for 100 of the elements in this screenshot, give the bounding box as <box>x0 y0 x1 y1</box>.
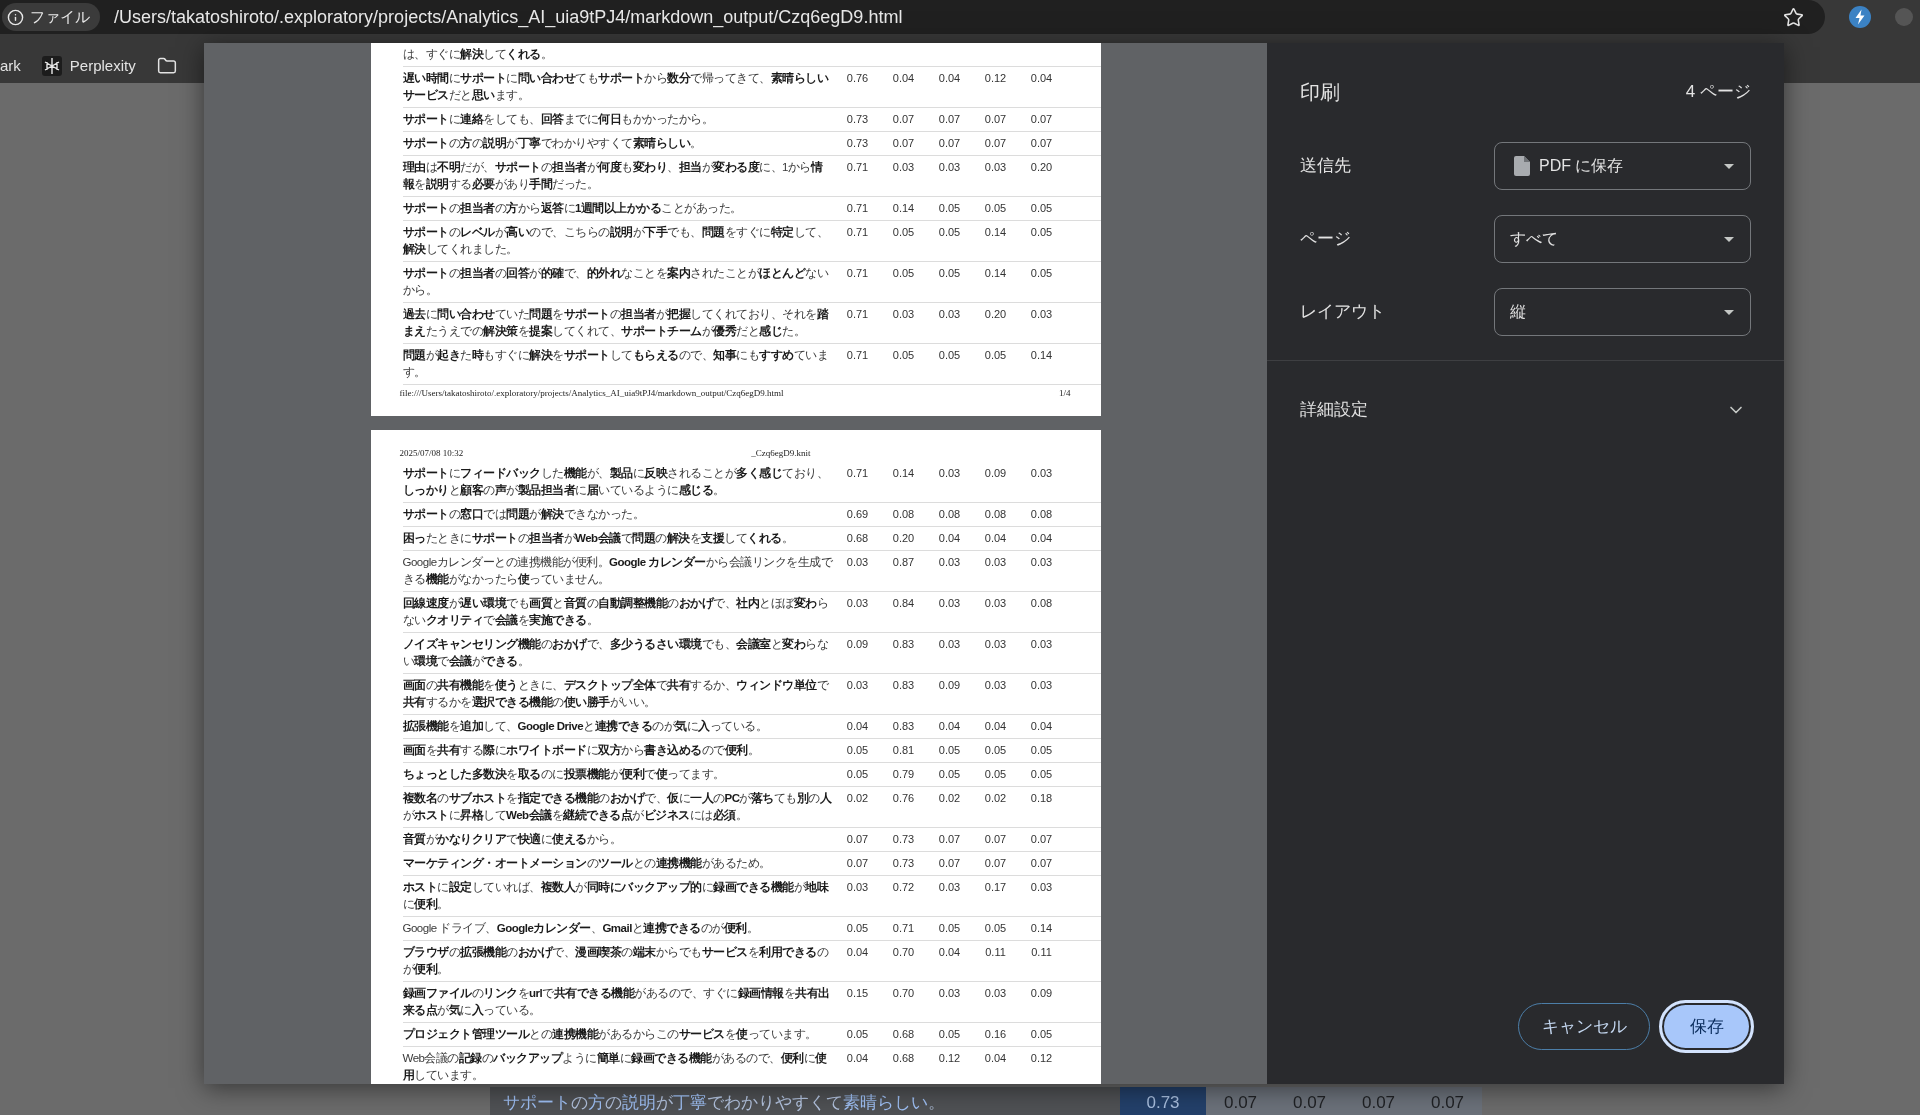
score-value: 0.07 <box>938 833 961 845</box>
score-value: 0.03 <box>984 597 1007 609</box>
score-value: 0.07 <box>984 113 1007 125</box>
score-value: 0.07 <box>1030 833 1053 845</box>
score-value: 0.03 <box>938 556 961 568</box>
score-value: 0.71 <box>892 922 915 934</box>
score-value: 0.05 <box>984 768 1007 780</box>
bookmark-item[interactable]: Perplexity <box>41 56 136 76</box>
comment-text: Googleカレンダーとの連携機能が便利。Google カレンダーから会議リンクを生成できる機能がなかったら使っていません。 <box>402 556 833 585</box>
score-value: 0.05 <box>1030 744 1053 756</box>
lightning-bolt-icon[interactable] <box>1849 6 1871 28</box>
score-value: 0.03 <box>892 161 915 173</box>
bookmark-item[interactable]: ark <box>0 56 21 76</box>
comment-text: ちょっとした多数決を取るのに投票機能が便利で使ってます。 <box>402 768 725 780</box>
score-value: 0.04 <box>1030 532 1053 544</box>
score-value: 0.18 <box>1030 792 1053 804</box>
comment-text: Web会議の記録のバックアップように簡単に録画できる機能があるので、便利に使用しています。 <box>402 1052 827 1081</box>
score-value: 0.15 <box>846 987 869 999</box>
caret-icon <box>1724 309 1734 315</box>
score-value: 0.03 <box>984 987 1007 999</box>
score-value: 0.04 <box>1030 720 1053 732</box>
comment-text: は、すぐに解決してくれる。 <box>402 48 552 60</box>
score-value: 0.04 <box>846 1052 869 1064</box>
table-cell: 0.07 <box>1344 1087 1413 1115</box>
score-value: 0.71 <box>846 308 869 320</box>
comment-text: Google ドライブ、Googleカレンダー、Gmailと連携できるのが便利。 <box>402 922 759 934</box>
score-value: 0.03 <box>938 467 961 479</box>
comment-text: ブラウザの拡張機能のおかげで、漫画喫茶の端末からでもサービスを利用できるのが便利。 <box>402 946 828 975</box>
score-value: 0.71 <box>846 267 869 279</box>
score-value: 0.04 <box>938 720 961 732</box>
score-value: 0.03 <box>1030 556 1053 568</box>
score-value: 0.14 <box>984 267 1007 279</box>
score-value: 0.03 <box>1030 308 1053 320</box>
score-value: 0.04 <box>938 946 961 958</box>
comment-text: サポートの担当者の方から返答に1週間以上かかることがあった。 <box>402 202 742 214</box>
score-value: 0.03 <box>938 987 961 999</box>
table-cell: 0.07 <box>1275 1087 1344 1115</box>
score-value: 0.02 <box>984 792 1007 804</box>
score-value: 0.05 <box>892 267 915 279</box>
bookmark-folder[interactable] <box>156 56 177 76</box>
score-value: 0.04 <box>938 72 961 84</box>
score-value: 0.73 <box>846 113 869 125</box>
select-field[interactable]: すべて <box>1494 215 1751 263</box>
score-value: 0.69 <box>846 508 869 520</box>
comment-text: 回線速度が遅い環境でも画質と音質の自動調整機能のおかげで、社内とほぼ変わらないクオリティで会議を実施できる。 <box>402 597 828 626</box>
score-value: 0.79 <box>892 768 915 780</box>
comment-text: サポートの窓口では問題が解決できなかった。 <box>402 508 644 520</box>
score-value: 0.05 <box>892 349 915 361</box>
select-field[interactable]: PDF に保存 <box>1494 142 1751 190</box>
score-value: 0.08 <box>1030 597 1053 609</box>
score-value: 0.14 <box>892 202 915 214</box>
score-value: 0.87 <box>892 556 915 568</box>
score-value: 0.05 <box>1030 768 1053 780</box>
comment-text: サポートの方の説明が丁寧でわかりやすくて素晴らしい。 <box>503 1093 945 1113</box>
print-date: 2025/07/08 10:32 <box>399 447 464 459</box>
score-value: 0.07 <box>938 857 961 869</box>
score-value: 0.09 <box>846 638 869 650</box>
score-value: 0.05 <box>846 744 869 756</box>
comment-text: 画面を共有する際にホワイトボードに双方から書き込めるので便利。 <box>402 744 759 756</box>
score-value: 0.03 <box>984 679 1007 691</box>
score-value: 0.76 <box>892 792 915 804</box>
more-settings-toggle[interactable]: 詳細設定 <box>1267 386 1784 434</box>
comment-text: サポートの担当者の回答が的確で、的外れなことを案内されたことがほとんどないから。 <box>402 267 828 296</box>
score-value: 0.09 <box>938 679 961 691</box>
folder-icon <box>156 56 177 76</box>
comment-text: 拡張機能を追加して、Google Driveと連携できるのが気に入っている。 <box>402 720 768 732</box>
score-value: 0.08 <box>1030 508 1053 520</box>
score-value: 0.08 <box>938 508 961 520</box>
select-field[interactable]: 縦 <box>1494 288 1751 336</box>
comment-text: 遅い時間にサポートに問い合わせてもサポートから数分で帰ってきて、素晴らしいサービスだと思います。 <box>402 72 828 101</box>
score-value: 0.03 <box>938 881 961 893</box>
score-value: 0.03 <box>938 597 961 609</box>
score-value: 0.71 <box>846 226 869 238</box>
score-value: 0.05 <box>1030 202 1053 214</box>
score-value: 0.03 <box>1030 881 1053 893</box>
site-info-chip[interactable]: ファイル <box>2 3 100 31</box>
score-value: 0.04 <box>892 72 915 84</box>
score-value: 0.05 <box>938 349 961 361</box>
score-value: 0.04 <box>984 1052 1007 1064</box>
address-bar[interactable]: ファイル /Users/takatoshiroto/.exploratory/projects/Analytics_AI_uia9tPJ4/markdown_output/Czq6egD9.html <box>0 0 1825 34</box>
score-value: 0.07 <box>892 137 915 149</box>
score-value: 0.16 <box>984 1028 1007 1040</box>
save-button[interactable]: 保存 <box>1659 1000 1754 1053</box>
bookmark-star-icon[interactable] <box>1783 6 1804 28</box>
score-value: 0.05 <box>892 226 915 238</box>
score-value: 0.14 <box>1030 349 1053 361</box>
score-value: 0.05 <box>984 349 1007 361</box>
table-cell: 0.07 <box>1413 1087 1482 1115</box>
score-value: 0.03 <box>1030 467 1053 479</box>
score-value: 0.04 <box>846 946 869 958</box>
score-value: 0.72 <box>892 881 915 893</box>
score-value: 0.09 <box>1030 987 1053 999</box>
score-value: 0.70 <box>892 987 915 999</box>
score-value: 0.70 <box>892 946 915 958</box>
score-value: 0.14 <box>892 467 915 479</box>
score-value: 0.04 <box>984 532 1007 544</box>
info-icon <box>7 8 24 26</box>
score-value: 0.03 <box>892 308 915 320</box>
score-value: 0.03 <box>846 556 869 568</box>
comment-text: 理由は不明だが、サポートの担当者が何度も変わり、担当が変わる度に、1から情報を説明する必要があり手間だった。 <box>402 161 823 190</box>
